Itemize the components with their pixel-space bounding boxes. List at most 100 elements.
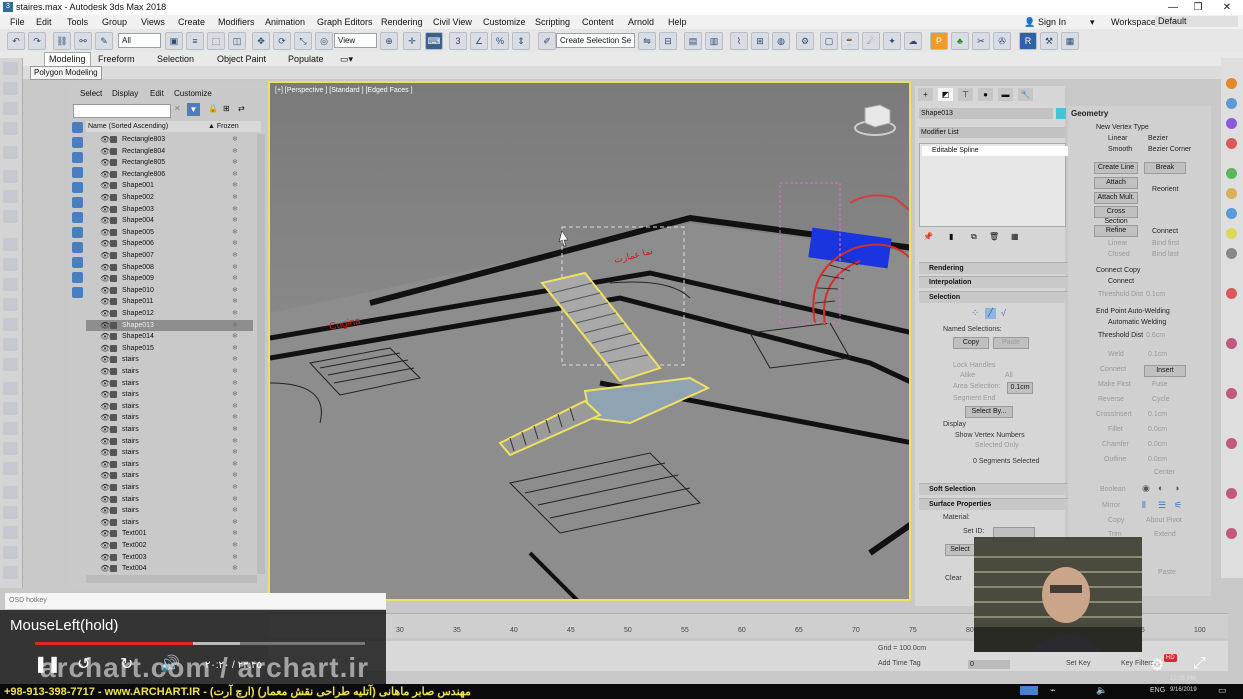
eye-icon[interactable]: 👁 <box>100 366 110 377</box>
tool-icon[interactable] <box>3 338 18 351</box>
frame-input[interactable]: 0 <box>968 660 1010 669</box>
place-icon[interactable]: ◎ <box>315 32 333 50</box>
create-line-button[interactable]: Create Line <box>1094 162 1138 174</box>
menu-group[interactable]: Group <box>102 17 127 27</box>
name-column-label[interactable]: Name (Sorted Ascending) <box>88 121 168 132</box>
eye-icon[interactable]: 👁 <box>100 180 110 191</box>
modify-tab-icon[interactable]: ◩ <box>938 88 953 101</box>
eye-icon[interactable]: 👁 <box>100 494 110 505</box>
freeze-icon[interactable]: ❄ <box>232 320 238 331</box>
explorer-row[interactable]: 👁 Shape014 ❄ <box>86 331 253 342</box>
explorer-row[interactable]: 👁 stairs ❄ <box>86 494 253 505</box>
explorer-row[interactable]: 👁 Shape015 ❄ <box>86 343 253 354</box>
freeze-icon[interactable]: ❄ <box>232 378 238 389</box>
explorer-row[interactable]: 👁 Shape010 ❄ <box>86 285 253 296</box>
freeze-icon[interactable]: ❄ <box>232 285 238 296</box>
explorer-row[interactable]: 👁 Text002 ❄ <box>86 540 253 551</box>
all-radio[interactable]: All <box>1005 372 1013 379</box>
freeze-icon[interactable]: ❄ <box>232 552 238 563</box>
clear-filter-icon[interactable]: ✕ <box>174 104 181 113</box>
mirror-vertical-icon[interactable]: ☰ <box>1158 500 1166 511</box>
menu-arnold[interactable]: Arnold <box>628 17 654 27</box>
menu-rendering[interactable]: Rendering <box>381 17 423 27</box>
cross-section-button[interactable]: Cross Section <box>1094 206 1138 225</box>
plugin-icon[interactable] <box>1226 168 1237 179</box>
bind-last-checkbox[interactable]: Bind last <box>1152 251 1179 258</box>
freeze-icon[interactable]: ❄ <box>232 401 238 412</box>
plugin-icon[interactable] <box>1226 288 1237 299</box>
explorer-row[interactable]: 👁 Rectangle805 ❄ <box>86 157 253 168</box>
freeze-icon[interactable]: ❄ <box>232 215 238 226</box>
render-setup-icon[interactable]: ⚙ <box>796 32 814 50</box>
explorer-row[interactable]: 👁 Shape001 ❄ <box>86 180 253 191</box>
eye-icon[interactable]: 👁 <box>100 250 110 261</box>
notification-icon[interactable]: ▭ <box>1218 685 1227 696</box>
explorer-row[interactable]: 👁 Shape012 ❄ <box>86 308 253 319</box>
center-checkbox[interactable]: Center <box>1154 469 1175 476</box>
display-filter-icon[interactable] <box>72 137 83 148</box>
attach-mult-button[interactable]: Attach Mult. <box>1094 192 1138 204</box>
pivot-center-icon[interactable]: ⊕ <box>380 32 398 50</box>
explorer-row[interactable]: 👁 Text004 ❄ <box>86 563 253 574</box>
display-filter-icon[interactable] <box>72 197 83 208</box>
chamfer-button[interactable]: Chamfer <box>1102 441 1129 448</box>
eye-icon[interactable]: 👁 <box>100 563 110 574</box>
explorer-row[interactable]: 👁 Shape011 ❄ <box>86 296 253 307</box>
language-indicator[interactable]: ENG <box>1150 687 1165 694</box>
reverse-button[interactable]: Reverse <box>1098 396 1124 403</box>
pin-stack-icon[interactable]: 📌 <box>923 232 933 241</box>
extend-button[interactable]: Extend <box>1154 531 1176 538</box>
scale-icon[interactable]: ⤡ <box>294 32 312 50</box>
plugin-icon[interactable] <box>1226 248 1237 259</box>
freeze-icon[interactable]: ❄ <box>232 250 238 261</box>
explorer-menu-customize[interactable]: Customize <box>174 89 212 98</box>
freeze-icon[interactable]: ❄ <box>232 494 238 505</box>
explorer-row[interactable]: 👁 stairs ❄ <box>86 412 253 423</box>
chevron-down-icon[interactable]: ▾ <box>1090 17 1095 28</box>
refine-button[interactable]: Refine <box>1094 225 1138 237</box>
linear-checkbox[interactable]: Linear <box>1108 240 1127 247</box>
freeze-icon[interactable]: ❄ <box>232 389 238 400</box>
mirror-horizontal-icon[interactable]: ⫴ <box>1142 500 1146 511</box>
tool-icon[interactable] <box>3 298 18 311</box>
geometry-header[interactable]: Geometry <box>1071 109 1108 118</box>
bezier-radio[interactable]: Bezier <box>1148 135 1168 142</box>
segment-end-checkbox[interactable]: Segment End <box>953 395 995 402</box>
eye-icon[interactable]: 👁 <box>100 285 110 296</box>
explorer-row[interactable]: 👁 Shape004 ❄ <box>86 215 253 226</box>
sign-in-link[interactable]: Sign In <box>1038 17 1066 27</box>
freeze-icon[interactable]: ❄ <box>232 192 238 203</box>
tool-icon[interactable] <box>3 62 18 75</box>
mirror-icon[interactable]: ⇋ <box>638 32 656 50</box>
eye-icon[interactable]: 👁 <box>100 320 110 331</box>
boolean-union-icon[interactable]: ◉ <box>1142 483 1150 494</box>
explorer-row[interactable]: 👁 stairs ❄ <box>86 378 253 389</box>
speaker-icon[interactable]: 🔈 <box>1096 685 1107 696</box>
tool-icon[interactable] <box>3 566 18 579</box>
render-production-icon[interactable]: ☕ <box>841 32 859 50</box>
explorer-row[interactable]: 👁 Shape003 ❄ <box>86 204 253 215</box>
make-first-button[interactable]: Make First <box>1098 381 1131 388</box>
explorer-row[interactable]: 👁 stairs ❄ <box>86 401 253 412</box>
crossinsert-input[interactable]: 0.1cm <box>1148 411 1167 418</box>
tool-icon[interactable] <box>3 358 18 371</box>
weld-button[interactable]: Weld <box>1108 351 1124 358</box>
fillet-button[interactable]: Fillet <box>1108 426 1123 433</box>
freeze-icon[interactable]: ❄ <box>232 296 238 307</box>
reorient-checkbox[interactable]: Reorient <box>1152 186 1178 193</box>
explorer-row[interactable]: 👁 Rectangle806 ❄ <box>86 169 253 180</box>
tray-app-icon[interactable] <box>1020 686 1038 695</box>
window-crossing-icon[interactable]: ◫ <box>228 32 246 50</box>
eye-icon[interactable]: 👁 <box>100 412 110 423</box>
explorer-row[interactable]: 👁 stairs ❄ <box>86 389 253 400</box>
freeze-icon[interactable]: ❄ <box>232 180 238 191</box>
explorer-row[interactable]: 👁 stairs ❄ <box>86 505 253 516</box>
toggle-ribbon-icon[interactable]: ▥ <box>705 32 723 50</box>
angle-snap-icon[interactable]: ∠ <box>470 32 488 50</box>
eye-icon[interactable]: 👁 <box>100 204 110 215</box>
network-icon[interactable]: ⌁ <box>1050 685 1055 696</box>
boolean-subtract-icon[interactable]: ◐ <box>1158 483 1163 493</box>
explorer-row[interactable]: 👁 Shape013 ❄ <box>86 319 253 331</box>
explorer-menu-display[interactable]: Display <box>112 89 138 98</box>
user-icon[interactable]: 👤 <box>1024 17 1035 28</box>
